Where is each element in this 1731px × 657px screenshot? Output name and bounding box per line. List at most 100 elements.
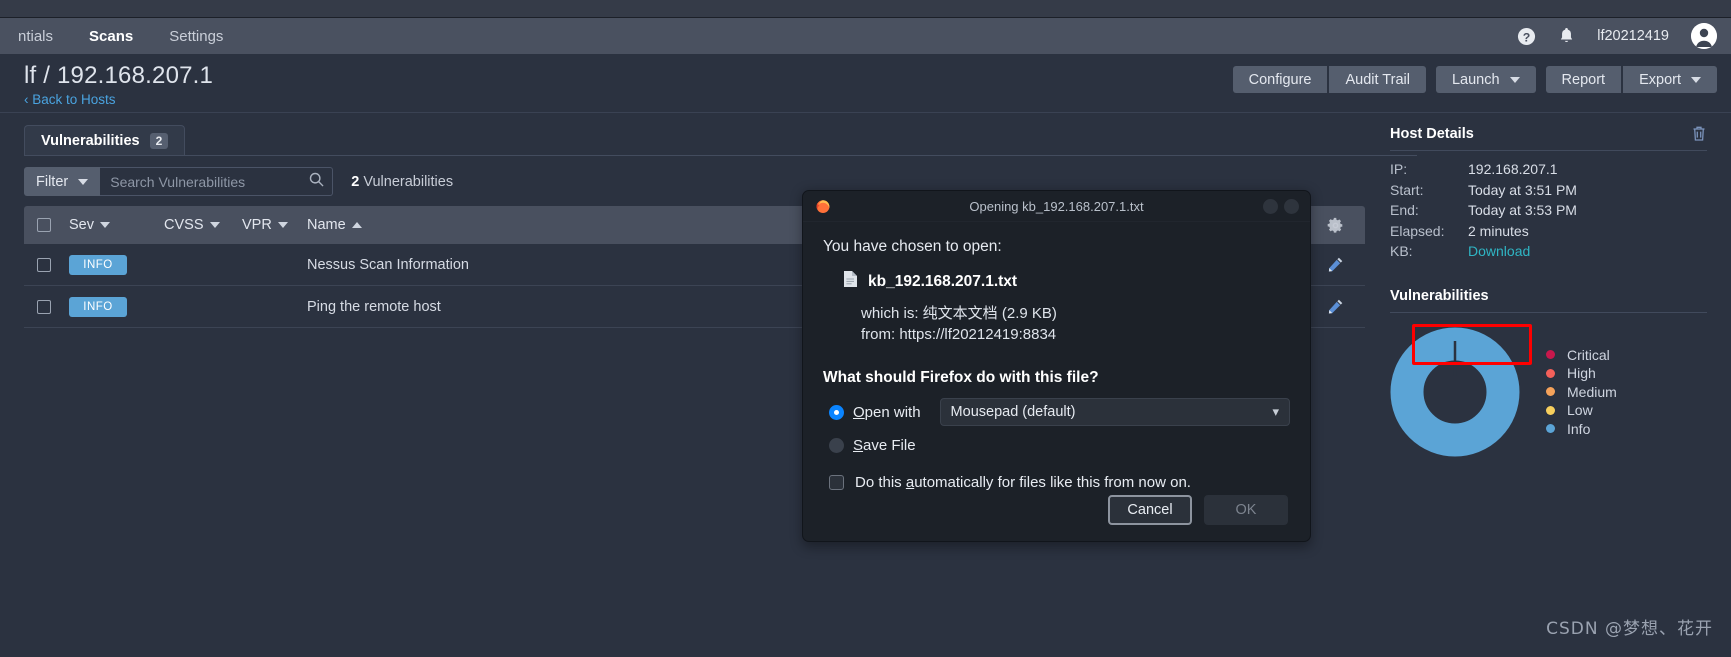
back-to-hosts-link[interactable]: ‹ Back to Hosts <box>24 92 116 107</box>
cancel-button[interactable]: Cancel <box>1108 495 1192 525</box>
nav-item-scans[interactable]: Scans <box>71 18 151 54</box>
legend-item-high: High <box>1546 364 1617 383</box>
dialog-file-type: which is: 纯文本文档 (2.9 KB) <box>861 305 1057 322</box>
search-vulnerabilities-field[interactable] <box>100 167 334 196</box>
table-settings-button[interactable] <box>1305 217 1365 234</box>
firefox-icon <box>815 198 831 214</box>
detail-key: KB: <box>1390 243 1413 259</box>
help-icon[interactable]: ? <box>1517 27 1536 46</box>
detail-key: End: <box>1390 202 1419 218</box>
bookmark-kali-docs[interactable]: Kali Docs <box>0 0 103 3</box>
dialog-body: You have chosen to open: kb_192.168.207.… <box>803 222 1310 491</box>
gear-icon <box>1327 217 1344 234</box>
chevron-down-icon: ▾ <box>1272 404 1279 419</box>
status-badge: INFO <box>69 254 127 275</box>
export-label: Export <box>1639 71 1681 88</box>
legend-label: Medium <box>1567 383 1617 400</box>
host-detail-start: Start: Today at 3:51 PM <box>1390 182 1731 203</box>
nav-username: lf20212419 <box>1597 28 1669 44</box>
report-export-group: Report Export <box>1545 66 1717 93</box>
filter-bar: Filter 2 Vulnerabilities <box>24 167 453 196</box>
dialog-file-line: kb_192.168.207.1.txt <box>843 270 1290 293</box>
checkbox-icon <box>37 299 51 314</box>
export-button[interactable]: Export <box>1623 66 1717 93</box>
dialog-lead-text: You have chosen to open: <box>823 238 1002 255</box>
bookmark-kali-forums[interactable]: Kali Forums <box>103 0 223 3</box>
select-all-checkbox[interactable] <box>24 218 64 232</box>
column-header-vpr[interactable]: VPR <box>242 217 297 233</box>
dialog-file-source: from: https://lf20212419:8834 <box>861 326 1057 343</box>
tab-label: Vulnerabilities <box>41 133 140 149</box>
column-label: VPR <box>242 217 272 233</box>
configure-button[interactable]: Configure <box>1232 66 1328 93</box>
row-edit-button[interactable] <box>1305 298 1365 315</box>
column-header-cvss[interactable]: CVSS <box>164 217 242 233</box>
row-checkbox[interactable] <box>24 299 64 314</box>
search-icon[interactable] <box>309 172 324 192</box>
nav-label: ntials <box>18 27 54 45</box>
host-details-sidebar: Host Details IP: 192.168.207.1 Start: To… <box>1390 113 1731 657</box>
open-with-label: Open with <box>853 403 921 421</box>
filter-label: Filter <box>36 173 69 190</box>
filter-button[interactable]: Filter <box>24 167 101 196</box>
launch-label: Launch <box>1451 71 1500 88</box>
vulnerability-donut-chart <box>1390 327 1520 456</box>
legend-label: Critical <box>1567 346 1610 363</box>
dialog-title: Opening kb_192.168.207.1.txt <box>969 198 1144 214</box>
divider <box>1390 150 1707 151</box>
ok-button[interactable]: OK <box>1204 495 1288 525</box>
save-file-option[interactable]: Save File <box>829 437 1290 454</box>
bookmark-offsec[interactable]: OffSec <box>644 0 730 3</box>
legend-item-medium: Medium <box>1546 382 1617 401</box>
nav-item-settings[interactable]: Settings <box>151 18 241 54</box>
dialog-titlebar: Opening kb_192.168.207.1.txt <box>803 191 1310 222</box>
donut-chart-wrap: Critical High Medium Low Info <box>1390 327 1731 457</box>
vulnerability-count-number: 2 <box>351 173 360 190</box>
row-severity: INFO <box>64 254 164 275</box>
host-details-header: Host Details <box>1390 113 1707 150</box>
legend-label: Low <box>1567 402 1593 418</box>
vulnerabilities-chart-header: Vulnerabilities <box>1390 282 1707 312</box>
divider <box>1390 311 1707 313</box>
legend-dot-icon <box>1546 424 1555 433</box>
bell-icon[interactable] <box>1558 27 1575 45</box>
row-checkbox[interactable] <box>24 257 64 272</box>
trash-icon[interactable] <box>1691 125 1707 142</box>
radio-open-with[interactable] <box>829 404 844 420</box>
host-detail-elapsed: Elapsed: 2 minutes <box>1390 223 1731 244</box>
search-input[interactable] <box>110 173 310 190</box>
close-icon[interactable] <box>1284 199 1299 214</box>
dialog-footer: Cancel OK <box>803 479 1310 541</box>
chart-legend: Critical High Medium Low Info <box>1546 345 1617 438</box>
sort-desc-icon <box>209 222 220 228</box>
checkbox-icon <box>37 218 51 232</box>
radio-save-file[interactable] <box>829 438 844 453</box>
user-avatar-icon[interactable] <box>1691 23 1717 49</box>
launch-button[interactable]: Launch <box>1435 66 1536 93</box>
host-detail-kb: KB: Download <box>1390 243 1731 264</box>
bookmark-exploit-db[interactable]: Exploit-DB <box>361 0 472 3</box>
open-with-option[interactable]: Open with Mousepad (default) ▾ <box>829 398 1290 426</box>
row-edit-button[interactable] <box>1305 256 1365 273</box>
bookmark-kali-nethunter[interactable]: Kali NetHunter <box>223 0 361 3</box>
pencil-icon <box>1327 298 1344 315</box>
tab-vulnerabilities[interactable]: Vulnerabilities 2 <box>24 125 186 156</box>
dialog-window-buttons <box>1263 199 1299 214</box>
tab-underline <box>24 155 1417 156</box>
application-select[interactable]: Mousepad (default) ▾ <box>939 398 1290 426</box>
minimize-icon[interactable] <box>1263 199 1278 214</box>
chevron-down-icon <box>78 178 89 185</box>
bookmark-google-hacking-db[interactable]: Google Hacking DB <box>472 0 644 3</box>
browser-bookmarks-bar: Kali Docs Kali Forums Kali NetHunter Exp… <box>0 0 1731 18</box>
column-header-sev[interactable]: Sev <box>64 217 164 233</box>
page-title: lf / 192.168.207.1 <box>24 62 214 89</box>
audit-trail-button[interactable]: Audit Trail <box>1329 66 1426 93</box>
legend-item-low: Low <box>1546 401 1617 420</box>
report-button[interactable]: Report <box>1545 66 1622 93</box>
header-actions: Configure Audit Trail Launch Report Expo… <box>1232 66 1717 93</box>
nav-item-credentials[interactable]: ntials <box>0 18 71 54</box>
configure-audit-group: Configure Audit Trail <box>1232 66 1426 93</box>
vulnerabilities-chart-section: Vulnerabilities Critical High Medium Low… <box>1390 282 1731 457</box>
dialog-file-name: kb_192.168.207.1.txt <box>868 272 1018 290</box>
kb-download-link[interactable]: Download <box>1468 243 1530 259</box>
